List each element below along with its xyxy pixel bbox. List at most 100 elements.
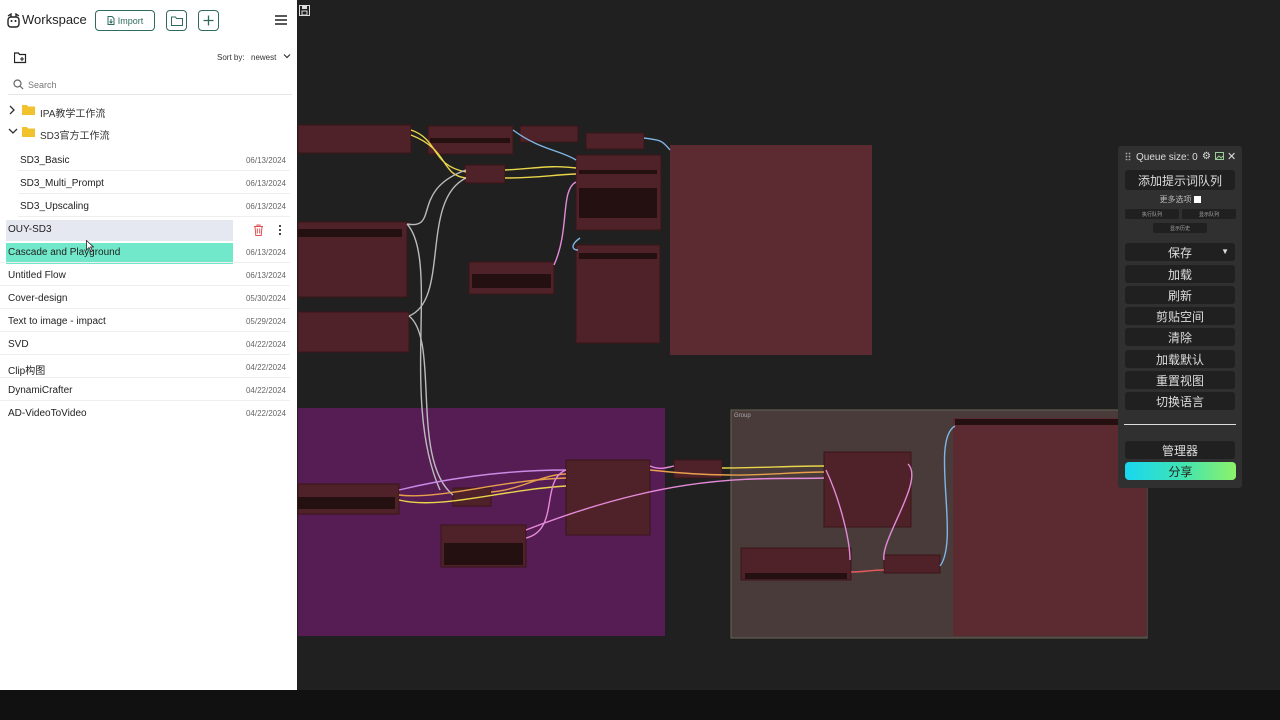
flow-date: 04/22/2024 <box>245 363 286 372</box>
workspace-logo-icon <box>7 13 20 28</box>
flow-date: 04/22/2024 <box>245 340 286 349</box>
new-folder-button[interactable] <box>166 10 187 31</box>
node[interactable] <box>565 459 651 536</box>
reset-view-button[interactable]: 重置视图 <box>1125 371 1235 389</box>
image-icon[interactable] <box>1215 152 1224 160</box>
flow-date: 06/13/2024 <box>245 271 286 280</box>
list-item[interactable]: Clip构图 04/22/2024 <box>0 358 290 378</box>
sort-by-label: Sort by: <box>217 53 245 62</box>
close-icon[interactable]: ✕ <box>1227 150 1236 163</box>
node[interactable] <box>464 164 506 184</box>
flow-date: 05/29/2024 <box>245 317 286 326</box>
more-options-checkbox[interactable] <box>1193 196 1201 204</box>
flow-date: 06/13/2024 <box>245 202 286 211</box>
folder-icon <box>22 105 35 115</box>
sidebar-topbar: Workspace Import <box>0 0 297 42</box>
switch-language-button[interactable]: 切换语言 <box>1125 392 1235 410</box>
flow-name: OUY-SD3 <box>8 224 52 235</box>
flow-name: Text to image - impact <box>8 316 106 327</box>
mouse-cursor-icon <box>86 240 94 252</box>
refresh-button[interactable]: 刷新 <box>1125 286 1235 304</box>
flow-date: 05/30/2024 <box>245 294 286 303</box>
more-options: 更多选项 <box>1118 194 1242 205</box>
flow-name: SD3_Multi_Prompt <box>20 178 104 189</box>
share-button[interactable]: 分享 <box>1125 462 1236 480</box>
node[interactable] <box>297 311 410 353</box>
list-item[interactable]: OUY-SD3 <box>0 220 290 240</box>
node[interactable] <box>575 244 661 344</box>
folder-ipa[interactable]: IPA教学工作流 <box>0 102 297 120</box>
list-item[interactable]: SD3_Multi_Prompt 06/13/2024 <box>18 174 290 194</box>
list-item[interactable]: SD3_Upscaling 06/13/2024 <box>18 197 290 217</box>
more-options-icon[interactable] <box>278 224 282 236</box>
manager-button[interactable]: 管理器 <box>1125 441 1235 459</box>
add-folder-icon[interactable] <box>14 52 27 64</box>
folder-name: SD3官方工作流 <box>40 131 110 142</box>
list-item[interactable]: SVD 04/22/2024 <box>0 335 290 355</box>
group-label: Group <box>734 413 751 419</box>
more-options-label: 更多选项 <box>1159 195 1192 204</box>
node[interactable] <box>297 124 412 154</box>
bottom-bar <box>0 690 1280 720</box>
list-item[interactable]: SD3_Basic 06/13/2024 <box>18 151 290 171</box>
folder-sd3[interactable]: SD3官方工作流 <box>0 124 297 142</box>
clipspace-button[interactable]: 剪贴空间 <box>1125 307 1235 325</box>
search-icon <box>13 79 24 90</box>
flow-date: 04/22/2024 <box>245 386 286 395</box>
exec-queue-button[interactable]: 执行队列 <box>1125 209 1179 219</box>
hamburger-menu-icon[interactable] <box>275 15 287 25</box>
queue-size-label: Queue size: 0 <box>1136 152 1198 163</box>
flow-date: 04/22/2024 <box>245 409 286 418</box>
folder-icon <box>170 16 183 26</box>
search-box <box>8 76 292 95</box>
load-default-button[interactable]: 加载默认 <box>1125 350 1235 368</box>
flow-name: Cover-design <box>8 293 68 304</box>
show-queue-button[interactable]: 显示队列 <box>1182 209 1236 219</box>
trash-icon[interactable] <box>253 224 264 236</box>
import-icon <box>107 16 115 25</box>
flow-date: 06/13/2024 <box>245 248 286 257</box>
list-item[interactable]: DynamiCrafter 04/22/2024 <box>0 381 290 401</box>
flow-name: Clip构图 <box>8 366 46 377</box>
chevron-down-icon[interactable] <box>8 127 18 135</box>
flow-name: SD3_Basic <box>20 155 70 166</box>
import-button[interactable]: Import <box>95 10 155 31</box>
flow-date: 06/13/2024 <box>245 156 286 165</box>
list-item[interactable]: Cover-design 05/30/2024 <box>0 289 290 309</box>
load-button[interactable]: 加载 <box>1125 265 1235 283</box>
folder-name: IPA教学工作流 <box>40 109 106 120</box>
large-node-1[interactable] <box>670 145 872 355</box>
flow-name: Untitled Flow <box>8 270 66 281</box>
flow-name: DynamiCrafter <box>8 385 73 396</box>
node[interactable] <box>883 554 941 574</box>
app-title: Workspace <box>22 12 87 27</box>
save-button[interactable]: 保存 ▼ <box>1125 243 1235 261</box>
canvas-save-icon[interactable] <box>299 5 311 17</box>
import-label: Import <box>117 15 144 26</box>
list-item[interactable]: AD-VideoToVideo 04/22/2024 <box>0 404 290 424</box>
new-flow-button[interactable] <box>198 10 219 31</box>
workspace-sidebar: Workspace Import Sort by: newest IPA教学工作… <box>0 0 297 690</box>
search-input[interactable] <box>28 78 278 92</box>
list-item[interactable]: Cascade and Playground 06/13/2024 <box>0 243 290 263</box>
chevron-down-icon[interactable] <box>283 52 291 60</box>
gear-icon[interactable]: ⚙ <box>1202 151 1211 162</box>
sort-by-select[interactable]: newest <box>251 53 276 62</box>
chevron-right-icon[interactable] <box>8 105 16 115</box>
flow-date: 06/13/2024 <box>245 179 286 188</box>
clear-button[interactable]: 清除 <box>1125 328 1235 346</box>
dropdown-arrow-icon[interactable]: ▼ <box>1221 247 1229 256</box>
flow-name: AD-VideoToVideo <box>8 408 87 419</box>
flow-name: Cascade and Playground <box>8 247 121 258</box>
flow-name: SD3_Upscaling <box>20 201 89 212</box>
flow-name: SVD <box>8 339 29 350</box>
list-item[interactable]: Untitled Flow 06/13/2024 <box>0 266 290 286</box>
node[interactable] <box>585 132 645 150</box>
list-item[interactable]: Text to image - impact 05/29/2024 <box>0 312 290 332</box>
show-history-button[interactable]: 显示历史 <box>1153 223 1207 233</box>
plus-icon <box>203 15 214 26</box>
save-label: 保存 <box>1167 245 1192 260</box>
drag-handle-icon[interactable] <box>1125 152 1131 161</box>
add-prompt-queue-button[interactable]: 添加提示词队列 <box>1125 170 1235 190</box>
panel-divider <box>1124 424 1236 425</box>
